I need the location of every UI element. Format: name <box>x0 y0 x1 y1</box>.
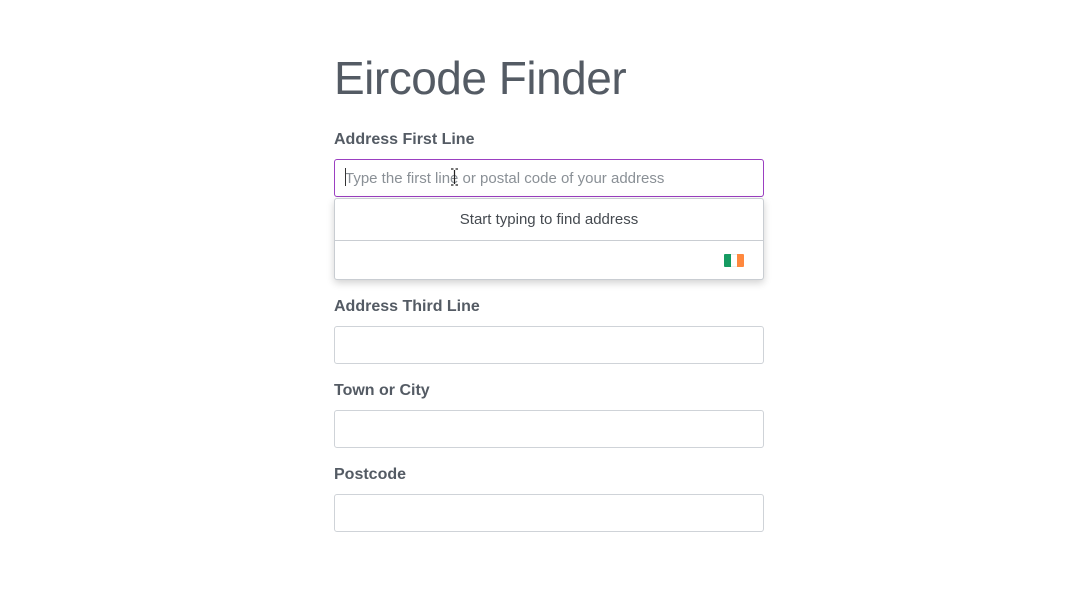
town-or-city-field: Town or City <box>334 381 764 448</box>
address-form: Eircode Finder Address First Line Start … <box>334 50 764 532</box>
page-title: Eircode Finder <box>334 52 627 104</box>
ibeam-cursor-icon <box>451 168 458 186</box>
address-third-line-field: Address Third Line <box>334 297 764 364</box>
address-first-line-label: Address First Line <box>334 131 475 148</box>
ireland-flag-icon[interactable] <box>724 254 744 267</box>
postcode-field: Postcode <box>334 465 764 532</box>
address-suggestions-dropdown: Start typing to find address <box>334 198 764 280</box>
dropdown-message: Start typing to find address <box>335 199 763 241</box>
address-third-line-input[interactable] <box>334 326 764 364</box>
dropdown-footer <box>335 241 763 279</box>
address-third-line-label: Address Third Line <box>334 298 480 315</box>
postcode-label: Postcode <box>334 466 407 483</box>
postcode-input[interactable] <box>334 494 764 532</box>
text-caret <box>345 168 346 186</box>
page: Eircode Finder Address First Line Start … <box>0 0 1080 608</box>
town-or-city-input[interactable] <box>334 410 764 448</box>
address-first-line-field: Address First Line <box>334 130 764 197</box>
address-first-line-input[interactable] <box>334 159 764 197</box>
town-or-city-label: Town or City <box>334 382 430 399</box>
